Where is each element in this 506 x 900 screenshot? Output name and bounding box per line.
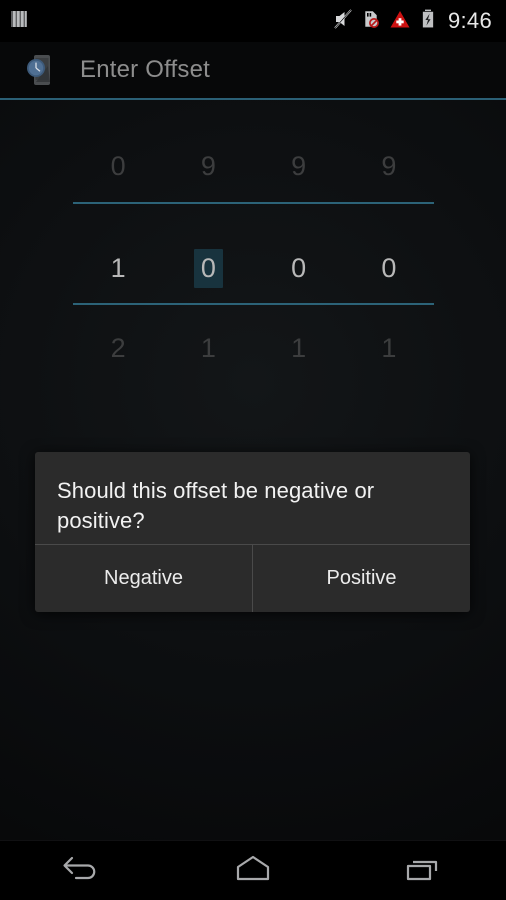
picker-prev-digit-2[interactable]: 9 [254, 144, 344, 188]
negative-button[interactable]: Negative [35, 545, 252, 612]
picker-row-selected[interactable]: 1 0 0 0 [73, 245, 434, 291]
status-bar-right: 9:46 [333, 8, 496, 35]
page-title: Enter Offset [80, 56, 211, 83]
status-bar-clock: 9:46 [447, 8, 492, 33]
picker-row-next[interactable]: 2 1 1 1 [73, 326, 434, 370]
notification-bars-icon [10, 8, 28, 35]
recents-icon [396, 852, 448, 889]
home-icon [227, 852, 279, 889]
picker-selected-digit-2[interactable]: 0 [254, 245, 344, 291]
picker-selected-digit-0[interactable]: 1 [73, 245, 163, 291]
positive-button[interactable]: Positive [252, 545, 470, 612]
back-icon [58, 852, 110, 889]
android-screen: 9:46 Enter Offset 0 9 9 9 1 0 0 0 2 1 1 … [0, 0, 506, 900]
dialog-button-bar: Negative Positive [35, 544, 470, 612]
sd-card-blocked-icon [362, 8, 380, 35]
offset-number-picker[interactable]: 0 9 9 9 1 0 0 0 2 1 1 1 [0, 130, 506, 363]
picker-prev-digit-1[interactable]: 9 [163, 144, 253, 188]
picker-prev-digit-3[interactable]: 9 [344, 144, 434, 188]
ringer-muted-icon [333, 8, 353, 35]
back-button[interactable] [0, 841, 169, 900]
sign-choice-dialog: Should this offset be negative or positi… [35, 452, 470, 612]
picker-next-digit-1[interactable]: 1 [163, 326, 253, 370]
picker-prev-digit-0[interactable]: 0 [73, 144, 163, 188]
battery-charging-icon [420, 8, 436, 35]
picker-next-digit-0[interactable]: 2 [73, 326, 163, 370]
picker-focused-digit-value: 0 [193, 249, 223, 288]
picker-next-digit-2[interactable]: 1 [254, 326, 344, 370]
recents-button[interactable] [337, 841, 506, 900]
picker-divider-top [73, 202, 434, 204]
home-button[interactable] [169, 841, 338, 900]
warning-triangle-icon [389, 8, 411, 35]
action-bar: Enter Offset [0, 42, 506, 100]
content-area: 0 9 9 9 1 0 0 0 2 1 1 1 Should this offs… [0, 100, 506, 840]
picker-selected-digit-1[interactable]: 0 [163, 245, 253, 291]
status-bar-left [10, 8, 28, 35]
navigation-bar [0, 840, 506, 900]
dialog-message-text: Should this offset be negative or positi… [57, 478, 375, 533]
status-bar: 9:46 [0, 0, 506, 42]
picker-selected-digit-3[interactable]: 0 [344, 245, 434, 291]
picker-divider-bottom [73, 303, 434, 305]
picker-next-digit-3[interactable]: 1 [344, 326, 434, 370]
clock-phone-app-icon[interactable] [22, 52, 58, 88]
picker-row-previous[interactable]: 0 9 9 9 [73, 144, 434, 188]
